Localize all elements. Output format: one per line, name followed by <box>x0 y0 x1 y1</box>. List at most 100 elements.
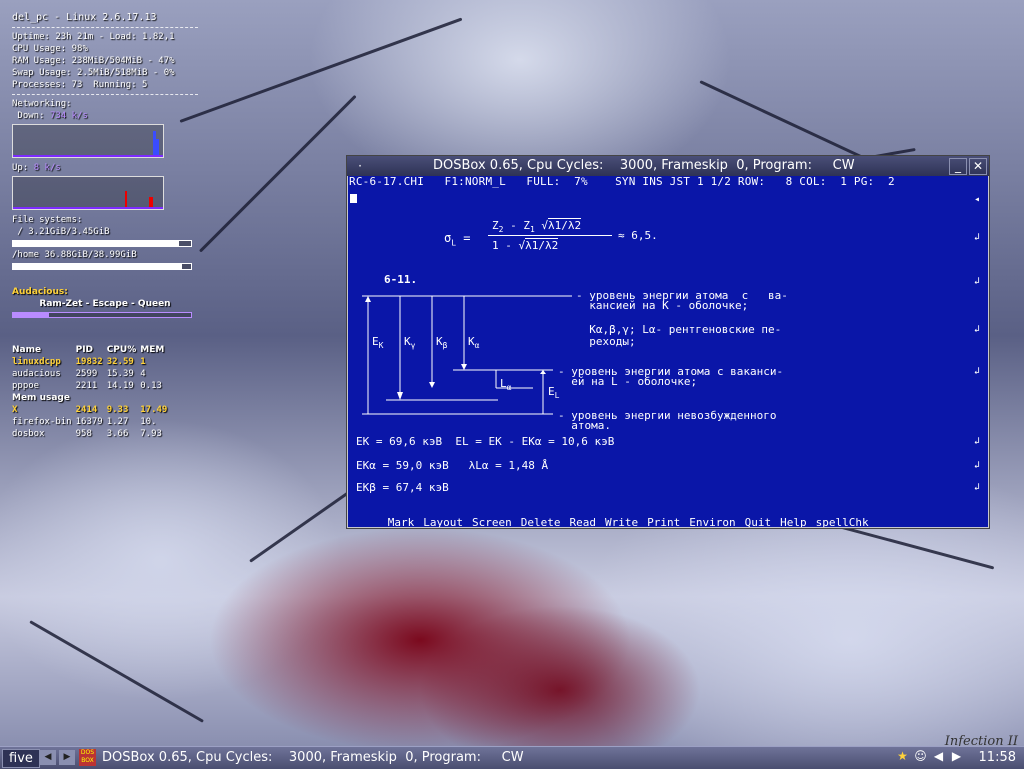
menu-write[interactable]: Write <box>605 516 638 527</box>
menu-layout[interactable]: Layout <box>423 516 463 527</box>
label-kbeta: Kβ <box>436 335 448 351</box>
menu-delete[interactable]: Delete <box>521 516 561 527</box>
formula-result: ≈ 6,5. <box>618 229 658 242</box>
window-titlebar[interactable]: · DOSBox 0.65, Cpu Cycles: 3000, Framesk… <box>347 156 989 176</box>
fs-home-fill <box>13 264 183 269</box>
line-marker: ↲ <box>973 436 980 447</box>
process-table: Name PID CPU% MEM linuxdcpp 19832 32.59 … <box>12 344 171 440</box>
fs-root-text: / 3.21GiB/3.45GiB <box>12 227 110 237</box>
proc-mem: 0.13 <box>140 381 162 391</box>
fs-root-fill <box>13 241 179 246</box>
system-tray: ★ ☺ ◀ ▶ <box>895 749 964 764</box>
conky-monitor: del_pc - Linux 2.6.17.13 Uptime: 23h 21m… <box>12 12 198 440</box>
menu-quit[interactable]: Quit <box>745 516 772 527</box>
audacious-label: Audacious: <box>12 287 68 297</box>
proc-pid: 2414 <box>75 405 98 415</box>
table-row: audacious 2599 15.39 4 <box>12 368 171 380</box>
proc-pid: 16379 <box>75 417 103 427</box>
proc-name: audacious <box>12 369 61 379</box>
proc-cpu: 9.33 <box>106 405 129 415</box>
menu-read[interactable]: Read <box>570 516 597 527</box>
table-row: firefox-bin 16379 1.27 10. <box>12 416 171 428</box>
proc-pid: 2599 <box>75 369 98 379</box>
next-desktop-icon[interactable]: ▶ <box>59 750 75 765</box>
tray-prev-icon[interactable]: ◀ <box>931 749 946 764</box>
label-ek: EK <box>372 335 384 351</box>
level-description: реходы; <box>576 335 636 348</box>
proc-mem: 4 <box>140 369 146 379</box>
filesystems-label: File systems: <box>12 215 83 225</box>
proc-cpu: 1.27 <box>106 417 129 427</box>
tray-app-icon[interactable]: ☺ <box>913 749 928 764</box>
dosbox-window[interactable]: · DOSBox 0.65, Cpu Cycles: 3000, Framesk… <box>346 155 990 529</box>
formula-numerator: Z2 - Z1 √λ1/λ2 <box>492 218 582 235</box>
col-cpu: CPU% <box>106 345 137 355</box>
proc-name: X <box>12 405 18 415</box>
window-menu-icon[interactable]: · <box>353 156 367 176</box>
proc-mem: 1 <box>140 357 146 367</box>
workspace-switcher[interactable]: five <box>2 749 40 768</box>
table-header: Name PID CPU% MEM <box>12 344 171 356</box>
equation-2: EKα = 59,0 кэВ λLα = 1,48 Å <box>356 459 549 472</box>
close-icon[interactable]: ✕ <box>969 158 987 175</box>
line-marker: ↲ <box>973 366 980 377</box>
proc-name: dosbox <box>12 429 45 439</box>
line-marker: ↲ <box>973 232 980 243</box>
menu-screen[interactable]: Screen <box>472 516 512 527</box>
minimize-icon[interactable]: _ <box>949 158 967 175</box>
proc-pid: 2211 <box>75 381 98 391</box>
editor-menu-bar: Mark Layout Screen Delete Read Write Print Envi… <box>348 502 988 527</box>
dos-screen[interactable]: RC-6-17.CHI F1:NORM_L FULL: 7% SYN INS J… <box>348 176 988 527</box>
line-marker: ↲ <box>973 460 980 471</box>
energy-level-diagram <box>362 295 572 415</box>
label-lalpha: Lα <box>500 377 512 393</box>
fs-home-text: /home 36.88GiB/38.99GiB <box>12 250 137 260</box>
formula-denominator: 1 - √λ1/λ2 <box>492 238 559 252</box>
proc-name: linuxdcpp <box>12 357 61 367</box>
level-description: ей на L - оболочке; <box>558 375 698 388</box>
editor-status-line: RC-6-17.CHI F1:NORM_L FULL: 7% SYN INS J… <box>349 176 895 188</box>
download-graph <box>12 124 164 158</box>
table-row: X 2414 9.33 17.49 <box>12 404 171 416</box>
clock[interactable]: 11:58 <box>979 749 1016 767</box>
label-kgamma: Kγ <box>404 335 416 351</box>
tray-next-icon[interactable]: ▶ <box>949 749 964 764</box>
proc-mem: 17.49 <box>140 405 168 415</box>
down-value: 734 k/s <box>49 111 88 121</box>
text-cursor <box>350 194 357 203</box>
divider <box>12 27 198 28</box>
menu-environ[interactable]: Environ <box>689 516 735 527</box>
up-value: 8 k/s <box>33 163 61 173</box>
taskbar: five ◀ ▶ DOS BOX DOSBox 0.65, Cpu Cycles:… <box>0 746 1024 769</box>
line-marker: ↲ <box>973 324 980 335</box>
menu-spellchk[interactable]: spellChk <box>816 516 869 527</box>
up-label: Up: <box>12 163 34 173</box>
proc-mem: 7.93 <box>140 429 162 439</box>
menu-mark[interactable]: Mark <box>388 516 415 527</box>
proc-name: firefox-bin <box>12 417 72 427</box>
line-marker: ◂ <box>973 194 980 205</box>
menu-help[interactable]: Help <box>780 516 807 527</box>
proc-cpu: 14.19 <box>106 381 134 391</box>
fs-home-bar <box>12 263 192 270</box>
menu-print[interactable]: Print <box>647 516 680 527</box>
star-icon[interactable]: ★ <box>895 749 910 764</box>
taskbar-task-dosbox[interactable]: DOSBox 0.65, Cpu Cycles: 3000, Frameskip… <box>102 749 524 767</box>
label-kalpha: Kα <box>468 335 480 351</box>
prev-desktop-icon[interactable]: ◀ <box>40 750 56 765</box>
proc-pid: 958 <box>75 429 92 439</box>
swap-usage-text: Swap Usage: 2.5MiB/518MiB - 0% <box>12 68 175 78</box>
track-progress-bar <box>12 312 192 318</box>
line-marker: ↲ <box>973 276 980 287</box>
upload-graph <box>12 176 164 210</box>
dosbox-icon[interactable]: DOS BOX <box>79 749 96 766</box>
host-info: del_pc - Linux 2.6.17.13 <box>12 12 157 23</box>
proc-mem: 10. <box>140 417 157 427</box>
fraction-line <box>488 235 612 236</box>
label-el: EL <box>548 385 560 401</box>
level-description: атома. <box>558 419 611 432</box>
col-mem: MEM <box>140 345 165 355</box>
proc-cpu: 15.39 <box>106 369 134 379</box>
fs-root-bar <box>12 240 192 247</box>
networking-label: Networking: <box>12 99 72 109</box>
